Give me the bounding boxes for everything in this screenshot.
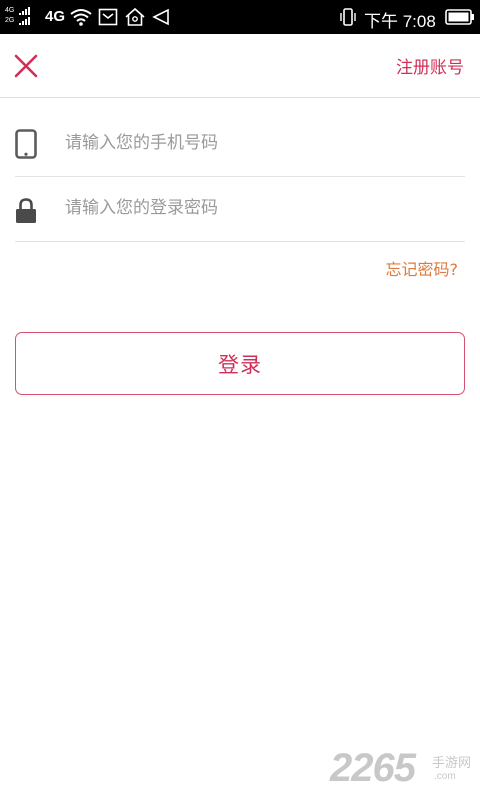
phone-input[interactable]	[65, 126, 455, 160]
forgot-password-link[interactable]: 忘记密码?	[386, 256, 459, 280]
close-icon	[14, 54, 38, 78]
signal-2-label: 2G	[5, 17, 15, 24]
register-link[interactable]: 注册账号	[396, 53, 464, 78]
notification-icon	[152, 8, 169, 26]
phone-field	[15, 112, 465, 177]
lock-icon	[16, 198, 36, 223]
watermark-text: 手游网	[432, 756, 472, 771]
status-bar: 4G 2G 4G 下午 7:08	[0, 0, 480, 34]
dual-signal-indicator: 4G 2G	[5, 7, 41, 27]
message-icon	[98, 8, 118, 26]
header-bar: 注册账号	[0, 34, 480, 98]
home-icon	[125, 7, 145, 26]
close-button[interactable]	[12, 52, 40, 80]
login-button[interactable]: 登录	[15, 332, 465, 395]
watermark-domain: .com	[434, 771, 456, 782]
network-type-label: 4G	[45, 8, 66, 25]
status-time: 下午 7:08	[364, 12, 436, 31]
battery-icon	[445, 9, 474, 25]
password-input[interactable]	[65, 191, 455, 225]
vibrate-icon	[340, 8, 356, 26]
wifi-icon	[70, 9, 92, 26]
password-field	[15, 177, 465, 242]
mobile-phone-icon	[15, 129, 37, 159]
signal-bars-icon	[19, 7, 30, 25]
watermark-number: 2265	[330, 746, 416, 790]
signal-1-label: 4G	[5, 7, 15, 14]
